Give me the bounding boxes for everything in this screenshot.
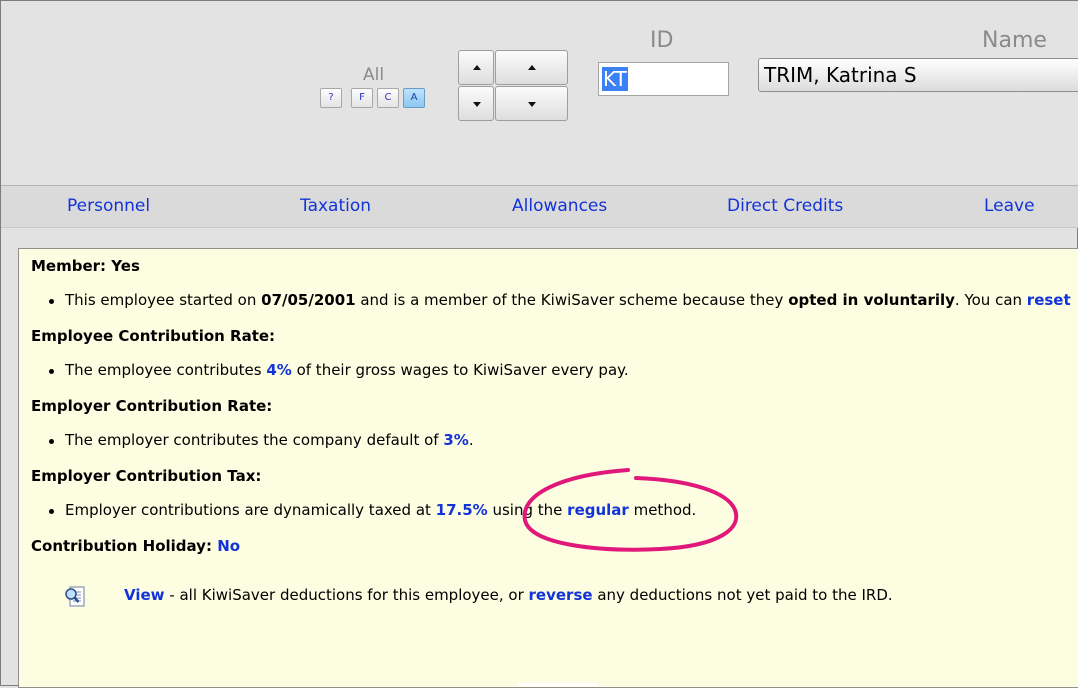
member-text-end: . You can [954,291,1027,309]
employer-rate-link[interactable]: 3% [443,431,468,449]
employee-rate-text-end: of their gross wages to KiwiSaver every … [291,361,629,379]
reverse-link[interactable]: reverse [529,586,593,604]
tab-direct-credits[interactable]: Direct Credits [727,196,843,216]
member-label: Member: [31,257,107,275]
reset-link[interactable]: reset [1027,291,1071,309]
employer-tax-text-start: Employer contributions are dynamically t… [65,501,436,519]
filter-c-button[interactable]: C [377,88,399,108]
filter-label: All [363,65,385,85]
employer-rate-text-start: The employer contributes the company def… [65,431,444,449]
magnifier-document-icon[interactable] [63,584,89,610]
member-text-start: This employee started on [65,291,262,309]
filter-f-button[interactable]: F [351,88,373,108]
filter-a-button[interactable]: A [403,88,425,108]
view-description: View - all KiwiSaver deductions for this… [124,586,893,604]
id-value-selected: KT [602,67,628,91]
down-arrow-icon [473,102,481,107]
id-input[interactable]: KT [598,62,729,96]
first-record-button[interactable] [495,50,568,85]
member-value: Yes [111,257,140,275]
employer-tax-text-middle: using the [487,501,568,519]
down-arrow-icon [528,102,536,107]
up-arrow-icon [528,65,536,70]
employer-tax-description: Employer contributions are dynamically t… [65,501,696,519]
tab-personnel[interactable]: Personnel [67,196,150,216]
id-label: ID [650,28,674,53]
name-label: Name [982,28,1047,53]
last-record-button[interactable] [495,86,568,121]
previous-record-button[interactable] [458,50,494,85]
member-description: This employee started on 07/05/2001 and … [65,291,1071,309]
next-record-button[interactable] [458,86,494,121]
membership-reason: opted in voluntarily [788,291,955,309]
tax-rate-link[interactable]: 17.5% [436,501,488,519]
bullet [49,439,54,444]
kiwisaver-panel: Member: Yes This employee started on 07/… [18,248,1078,688]
tab-allowances[interactable]: Allowances [512,196,607,216]
tax-method-link[interactable]: regular [567,501,629,519]
view-link[interactable]: View [124,586,165,604]
employee-rate-link[interactable]: 4% [266,361,291,379]
employee-rate-text-start: The employee contributes [65,361,267,379]
bullet [49,369,54,374]
view-text-middle: - all KiwiSaver deductions for this empl… [164,586,529,604]
holiday-link[interactable]: No [217,537,240,555]
holiday-label: Contribution Holiday: [31,537,212,555]
up-arrow-icon [473,65,481,70]
employer-tax-text-end: method. [628,501,697,519]
holiday-heading: Contribution Holiday: No [31,537,240,555]
employee-rate-heading: Employee Contribution Rate: [31,327,276,345]
employee-rate-description: The employee contributes 4% of their gro… [65,361,629,379]
name-value: TRIM, Katrina S [764,63,917,87]
view-text-end: any deductions not yet paid to the IRD. [592,586,893,604]
tab-leave[interactable]: Leave [984,196,1035,216]
employer-rate-heading: Employer Contribution Rate: [31,397,273,415]
bullet [49,299,54,304]
employer-tax-heading: Employer Contribution Tax: [31,467,262,485]
section-tabs: Personnel Taxation Allowances Direct Cre… [1,185,1078,228]
employer-rate-description: The employer contributes the company def… [65,431,474,449]
member-heading: Member: Yes [31,257,140,275]
start-date: 07/05/2001 [261,291,356,309]
bullet [49,509,54,514]
member-text-middle: and is a member of the KiwiSaver scheme … [355,291,789,309]
tab-taxation[interactable]: Taxation [300,196,371,216]
name-select[interactable]: TRIM, Katrina S [758,58,1078,92]
employer-rate-text-end: . [468,431,474,449]
filter-help-button[interactable]: ? [320,88,342,108]
